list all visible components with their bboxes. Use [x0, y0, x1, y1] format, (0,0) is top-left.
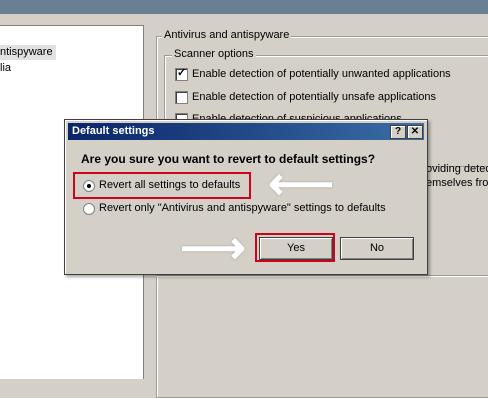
lower-group — [156, 275, 488, 386]
yes-button[interactable]: Yes — [259, 237, 333, 260]
tree-item-media[interactable]: lia — [0, 61, 11, 76]
unsafe-apps-label: Enable detection of potentially unsafe a… — [192, 91, 437, 103]
annotation-arrow-left-icon: ⟵ — [268, 157, 334, 209]
partial-description-line1: oviding detec — [426, 163, 488, 175]
window-top-bar — [0, 0, 488, 14]
revert-all-radio-button[interactable] — [83, 180, 95, 192]
default-settings-dialog: Default settings ? ✕ Are you sure you wa… — [64, 119, 428, 275]
tree-item-antispyware[interactable]: ntispyware — [0, 45, 56, 60]
partial-description-line2: emselves fron — [426, 177, 488, 189]
revert-only-label: Revert only "Antivirus and antispyware" … — [99, 202, 386, 214]
help-button[interactable]: ? — [390, 125, 406, 139]
antivirus-group-title: Antivirus and antispyware — [162, 29, 292, 41]
unwanted-apps-label: Enable detection of potentially unwanted… — [192, 68, 451, 80]
scanner-options-title: Scanner options — [172, 48, 256, 60]
unwanted-apps-checkbox[interactable] — [175, 66, 188, 81]
no-button[interactable]: No — [340, 237, 414, 260]
revert-all-label: Revert all settings to defaults — [99, 179, 241, 191]
annotation-arrow-right-icon: ⟶ — [180, 221, 246, 273]
dialog-title: Default settings — [72, 125, 155, 137]
revert-only-radio-button[interactable] — [83, 203, 95, 215]
close-button[interactable]: ✕ — [407, 125, 423, 139]
dialog-titlebar[interactable]: Default settings ? ✕ — [68, 123, 424, 140]
unsafe-apps-checkbox[interactable] — [175, 91, 188, 104]
